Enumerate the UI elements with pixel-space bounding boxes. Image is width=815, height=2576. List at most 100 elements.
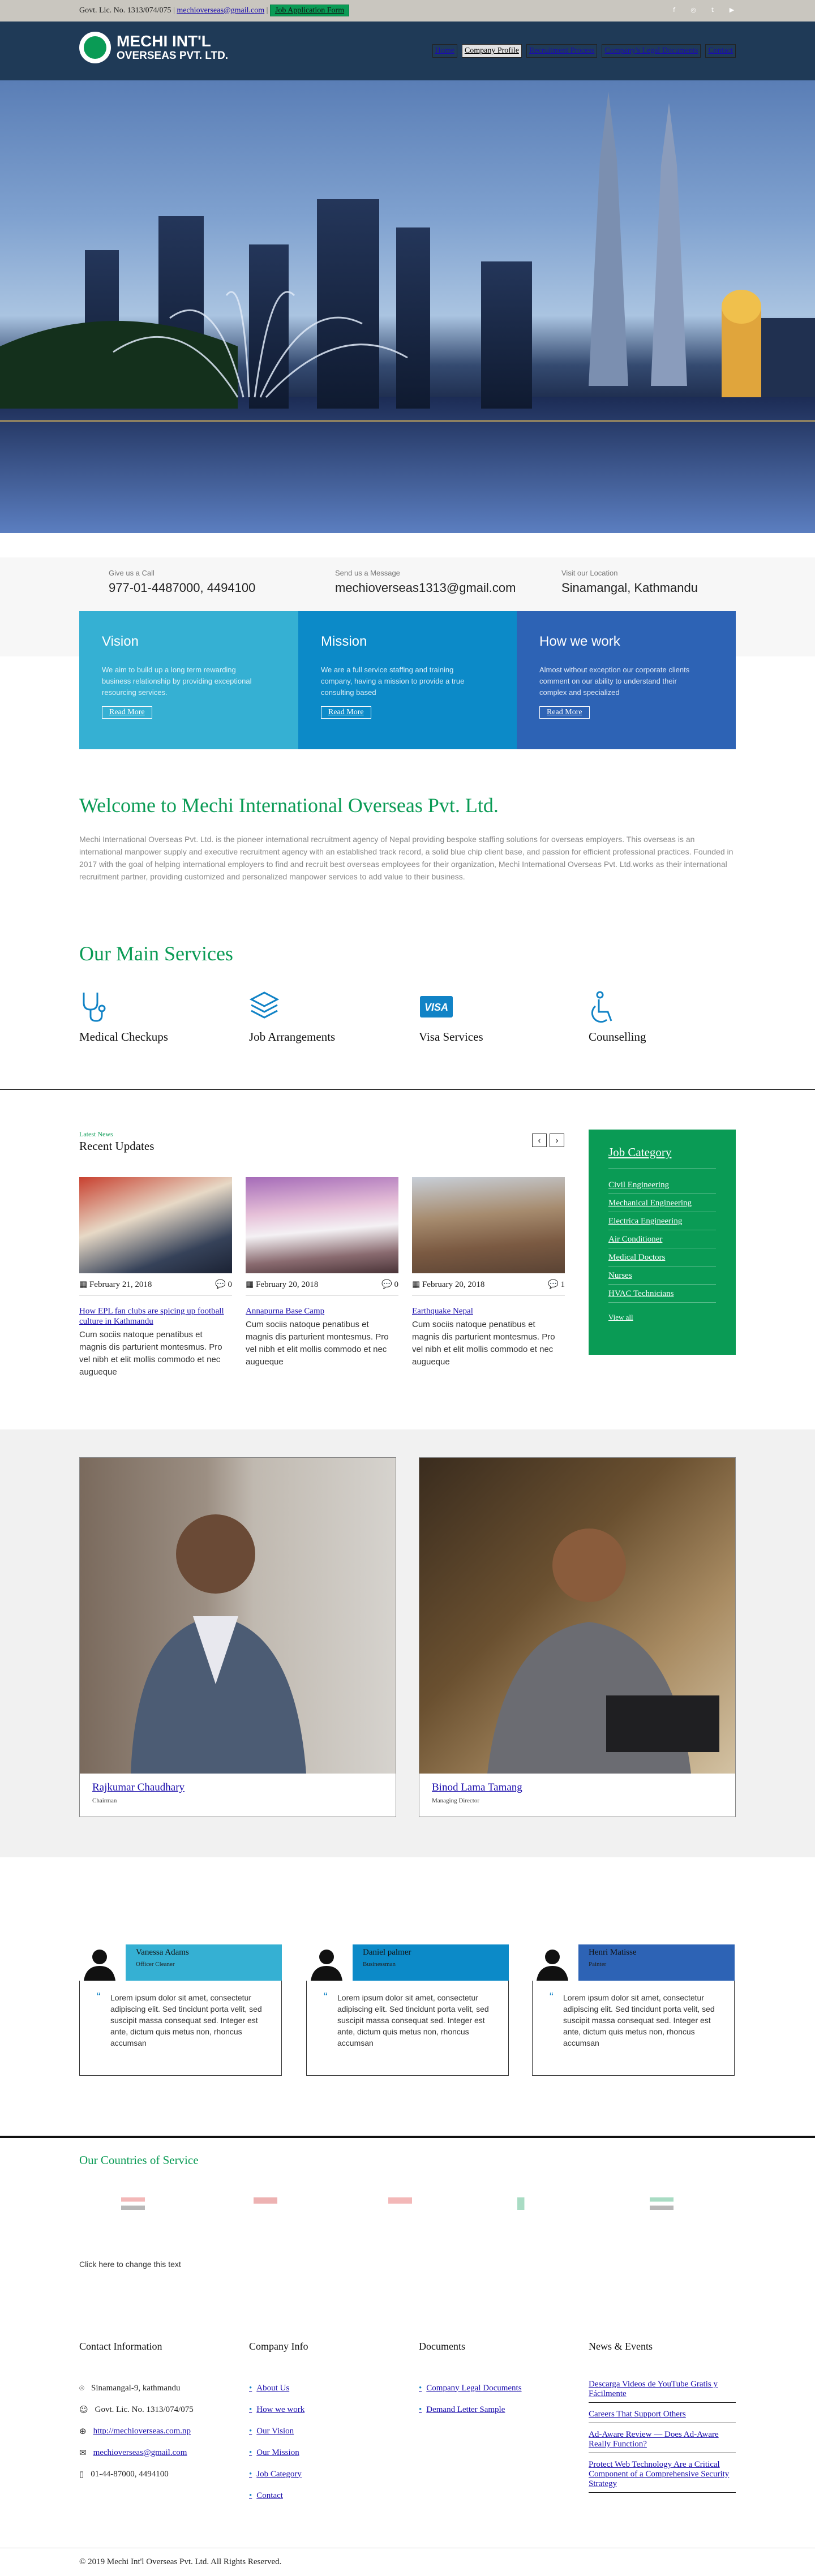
updates-kicker: Latest News bbox=[79, 1130, 113, 1138]
youtube-icon[interactable]: ▶ bbox=[728, 6, 736, 14]
service-jobs[interactable]: Job Arrangements bbox=[249, 990, 391, 1044]
post-image[interactable] bbox=[412, 1177, 565, 1273]
visa-card-icon: VISA bbox=[419, 990, 560, 1025]
member-name[interactable]: Rajkumar Chaudhary bbox=[92, 1781, 185, 1794]
footer-link[interactable]: Our Vision bbox=[249, 2420, 308, 2442]
read-more-button[interactable]: Read More bbox=[321, 706, 371, 719]
license-text: Govt. Lic. No. 1313/074/075 bbox=[95, 2405, 194, 2414]
hero-image bbox=[0, 80, 815, 533]
news-link[interactable]: Protect Web Technology Are a Critical Co… bbox=[589, 2458, 736, 2493]
post-date-wrap: ▦ February 21, 2018 bbox=[79, 1279, 152, 1290]
comments-wrap[interactable]: 💬 0 bbox=[381, 1279, 398, 1290]
post-title-link[interactable]: How EPL fan clubs are spicing up footbal… bbox=[79, 1306, 232, 1326]
post-excerpt: Cum sociis natoque penatibus et magnis d… bbox=[412, 1320, 555, 1367]
news-link[interactable]: Ad-Aware Review — Does Ad-Aware Really F… bbox=[589, 2428, 736, 2453]
nav-recruitment-process[interactable]: Recruitment Process bbox=[526, 44, 598, 58]
separator: | bbox=[173, 6, 175, 15]
footer-link[interactable]: Job Category bbox=[249, 2463, 308, 2485]
read-more-button[interactable]: Read More bbox=[102, 706, 152, 719]
person-silhouette-icon bbox=[131, 1514, 306, 1774]
view-all-link[interactable]: View all bbox=[608, 1313, 716, 1322]
testimonial-card: Daniel palmer Businessman “ Lorem ipsum … bbox=[306, 1944, 509, 2076]
job-category-item[interactable]: HVAC Technicians bbox=[608, 1285, 716, 1303]
news-link[interactable]: Descarga Videos de YouTube Gratis y Fáci… bbox=[589, 2377, 736, 2403]
member-name[interactable]: Binod Lama Tamang bbox=[432, 1781, 522, 1794]
section-divider bbox=[0, 2136, 815, 2138]
testimonial-header: Henri Matisse Painter bbox=[578, 1944, 735, 1981]
testimonial-text: Lorem ipsum dolor sit amet, consectetur … bbox=[563, 1993, 715, 2047]
testimonial-role: Businessman bbox=[363, 1961, 396, 1968]
calendar-icon: ▦ bbox=[412, 1279, 421, 1289]
comments-wrap[interactable]: 💬 1 bbox=[548, 1279, 565, 1290]
post-excerpt: Cum sociis natoque penatibus et magnis d… bbox=[246, 1320, 389, 1367]
service-medical[interactable]: Medical Checkups bbox=[79, 990, 221, 1044]
post-image[interactable] bbox=[79, 1177, 232, 1273]
change-text-placeholder[interactable]: Click here to change this text bbox=[79, 2260, 181, 2269]
nav-legal-documents[interactable]: Company's Legal Documents bbox=[602, 44, 701, 58]
card-title: How we work bbox=[539, 634, 620, 649]
service-counselling[interactable]: Counselling bbox=[589, 990, 730, 1044]
message-label: Send us a Message bbox=[335, 569, 400, 577]
nav-company-profile[interactable]: Company Profile bbox=[461, 44, 522, 58]
country-flag[interactable] bbox=[121, 2197, 145, 2210]
card-title: Mission bbox=[321, 634, 367, 649]
top-bar-left: Govt. Lic. No. 1313/074/075 | mechiovers… bbox=[79, 5, 350, 16]
website-link[interactable]: http://mechioverseas.com.np bbox=[93, 2427, 191, 2436]
nav-home[interactable]: Home bbox=[432, 44, 457, 58]
country-flag[interactable] bbox=[388, 2197, 412, 2210]
service-visa[interactable]: VISA Visa Services bbox=[419, 990, 560, 1044]
testimonial-name: Henri Matisse bbox=[589, 1948, 637, 1957]
quote-icon: “ bbox=[97, 1991, 101, 2003]
footer-link[interactable]: Company Legal Documents bbox=[419, 2377, 521, 2399]
post-date: February 21, 2018 bbox=[89, 1280, 152, 1289]
location-value: Sinamangal, Kathmandu bbox=[561, 581, 698, 595]
avatar bbox=[79, 1944, 120, 1981]
news-link[interactable]: Careers That Support Others bbox=[589, 2407, 736, 2423]
team-member-card: Binod Lama Tamang Managing Director bbox=[419, 1457, 736, 1817]
job-category-title[interactable]: Job Category bbox=[608, 1145, 716, 1169]
nav-contact[interactable]: Contact bbox=[705, 44, 736, 58]
country-flag[interactable] bbox=[254, 2197, 277, 2210]
service-label: Job Arrangements bbox=[249, 1030, 336, 1044]
copyright-text: © 2019 Mechi Int'l Overseas Pvt. Ltd. Al… bbox=[79, 2557, 282, 2566]
calendar-icon: ▦ bbox=[246, 1279, 254, 1289]
footer-link[interactable]: Our Mission bbox=[249, 2442, 308, 2463]
member-role: Chairman bbox=[92, 1797, 117, 1804]
logo[interactable]: MECHI INT'L OVERSEAS PVT. LTD. bbox=[79, 32, 228, 63]
job-category-item[interactable]: Electrica Engineering bbox=[608, 1212, 716, 1230]
address-text: Sinamangal-9, kathmandu bbox=[91, 2383, 181, 2393]
footer-link[interactable]: Contact bbox=[249, 2485, 308, 2506]
updates-title: Recent Updates bbox=[79, 1139, 155, 1153]
read-more-button[interactable]: Read More bbox=[539, 706, 590, 719]
footer-link[interactable]: Demand Letter Sample bbox=[419, 2399, 522, 2420]
email-link[interactable]: mechioverseas@gmail.com bbox=[93, 2448, 187, 2458]
job-category-item[interactable]: Air Conditioner bbox=[608, 1230, 716, 1248]
call-info: Give us a Call 977-01-4487000, 4494100 bbox=[109, 569, 255, 595]
post-title-link[interactable]: Earthquake Nepal bbox=[412, 1306, 565, 1316]
call-value: 977-01-4487000, 4494100 bbox=[109, 581, 256, 595]
prev-arrow-button[interactable]: ‹ bbox=[532, 1134, 547, 1147]
job-category-item[interactable]: Civil Engineering bbox=[608, 1176, 716, 1194]
job-application-button[interactable]: Job Application Form bbox=[269, 5, 350, 16]
comments-wrap[interactable]: 💬 0 bbox=[215, 1279, 232, 1290]
country-flag[interactable] bbox=[650, 2197, 674, 2210]
svg-text:VISA: VISA bbox=[424, 1002, 448, 1013]
post-image[interactable] bbox=[246, 1177, 398, 1273]
comment-count: 1 bbox=[560, 1280, 565, 1289]
news-post: ▦ February 21, 2018 💬 0 How EPL fan club… bbox=[79, 1177, 232, 1379]
facebook-icon[interactable]: f bbox=[670, 6, 678, 14]
job-category-item[interactable]: Mechanical Engineering bbox=[608, 1194, 716, 1212]
twitter-icon[interactable]: t bbox=[709, 6, 717, 14]
calendar-icon: ▦ bbox=[79, 1279, 88, 1289]
footer-link[interactable]: About Us bbox=[249, 2377, 308, 2399]
post-title-link[interactable]: Annapurna Base Camp bbox=[246, 1306, 398, 1316]
footer-link[interactable]: How we work bbox=[249, 2399, 308, 2420]
comment-icon: 💬 bbox=[215, 1279, 226, 1289]
next-arrow-button[interactable]: › bbox=[550, 1134, 564, 1147]
top-email-link[interactable]: mechioverseas@gmail.com bbox=[177, 6, 264, 15]
country-flag[interactable] bbox=[517, 2197, 541, 2210]
instagram-icon[interactable]: ◎ bbox=[689, 6, 697, 14]
job-category-item[interactable]: Medical Doctors bbox=[608, 1248, 716, 1266]
job-category-item[interactable]: Nurses bbox=[608, 1266, 716, 1285]
testimonial-body: “ Lorem ipsum dolor sit amet, consectetu… bbox=[532, 1981, 735, 2076]
